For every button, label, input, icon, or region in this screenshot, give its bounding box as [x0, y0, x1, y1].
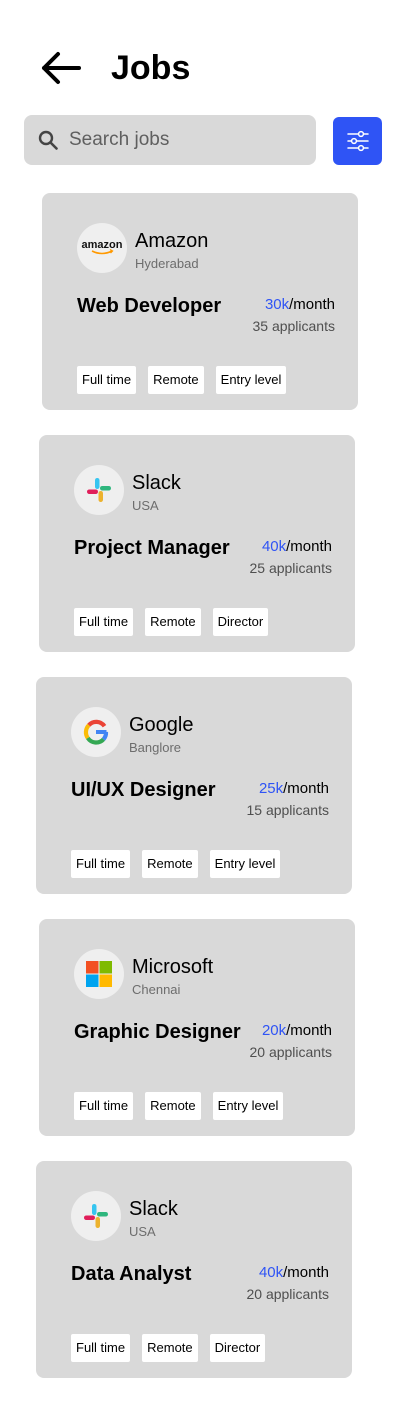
job-card[interactable]: amazon Amazon Hyderabad Web Developer 30…: [42, 193, 358, 410]
job-salary: 25k/month: [259, 780, 329, 798]
company-location: USA: [129, 1224, 156, 1239]
tag-employment-type[interactable]: Full time: [74, 608, 134, 636]
slack-logo: [74, 465, 124, 515]
svg-text:amazon: amazon: [82, 239, 123, 251]
applicant-count: 35 applicants: [252, 318, 335, 334]
job-card[interactable]: Google Banglore UI/UX Designer 25k/month…: [36, 677, 352, 894]
microsoft-logo: [74, 949, 124, 999]
company-name: Google: [129, 714, 194, 736]
job-role: Project Manager: [74, 537, 230, 559]
search-icon: [38, 130, 58, 150]
company-location: Hyderabad: [135, 256, 199, 271]
salary-amount: 20k: [261, 1022, 287, 1039]
salary-amount: 25k: [258, 780, 284, 797]
back-button[interactable]: [38, 50, 82, 86]
job-salary: 30k/month: [265, 296, 335, 314]
salary-period: /month: [286, 1022, 332, 1039]
salary-period: /month: [283, 780, 329, 797]
amazon-logo: amazon: [77, 223, 127, 273]
tag-work-mode[interactable]: Remote: [145, 608, 201, 636]
salary-amount: 40k: [258, 1264, 284, 1281]
salary-period: /month: [289, 296, 335, 313]
slack-logo: [71, 1191, 121, 1241]
company-name: Slack: [129, 1198, 178, 1220]
tag-level[interactable]: Entry level: [212, 1092, 284, 1120]
salary-period: /month: [283, 1264, 329, 1281]
job-salary: 40k/month: [259, 1264, 329, 1282]
job-tags: Full time Remote Entry level: [71, 850, 281, 878]
tag-employment-type[interactable]: Full time: [71, 850, 131, 878]
job-role: Data Analyst: [71, 1263, 192, 1285]
applicant-count: 15 applicants: [246, 802, 329, 818]
salary-amount: 40k: [261, 538, 287, 555]
tag-level[interactable]: Director: [209, 1334, 266, 1362]
company-location: USA: [132, 498, 159, 513]
tag-level[interactable]: Entry level: [209, 850, 281, 878]
tag-employment-type[interactable]: Full time: [71, 1334, 131, 1362]
applicant-count: 20 applicants: [246, 1286, 329, 1302]
tag-work-mode[interactable]: Remote: [142, 1334, 198, 1362]
job-tags: Full time Remote Entry level: [77, 366, 287, 394]
company-location: Banglore: [129, 740, 182, 755]
tag-employment-type[interactable]: Full time: [74, 1092, 134, 1120]
tag-work-mode[interactable]: Remote: [145, 1092, 201, 1120]
filter-button[interactable]: [333, 117, 382, 165]
company-location: Chennai: [132, 982, 181, 997]
search-input[interactable]: [67, 128, 291, 152]
company-name: Microsoft: [132, 956, 214, 978]
job-card[interactable]: Slack USA Project Manager 40k/month 25 a…: [39, 435, 355, 652]
job-salary: 40k/month: [262, 538, 332, 556]
job-salary: 20k/month: [262, 1022, 332, 1040]
page-title: Jobs: [111, 49, 191, 87]
sliders-icon: [346, 130, 369, 152]
job-tags: Full time Remote Director: [71, 1334, 266, 1362]
job-role: Graphic Designer: [74, 1021, 241, 1043]
tag-level[interactable]: Entry level: [215, 366, 287, 394]
job-role: Web Developer: [77, 295, 222, 317]
salary-amount: 30k: [264, 296, 290, 313]
applicant-count: 20 applicants: [249, 1044, 332, 1060]
arrow-left-icon: [42, 52, 81, 84]
job-card[interactable]: Microsoft Chennai Graphic Designer 20k/m…: [39, 919, 355, 1136]
job-role: UI/UX Designer: [71, 779, 216, 801]
job-card[interactable]: Slack USA Data Analyst 40k/month 20 appl…: [36, 1161, 352, 1378]
company-name: Amazon: [135, 230, 209, 252]
tag-employment-type[interactable]: Full time: [77, 366, 137, 394]
job-tags: Full time Remote Entry level: [74, 1092, 284, 1120]
applicant-count: 25 applicants: [249, 560, 332, 576]
job-tags: Full time Remote Director: [74, 608, 269, 636]
tag-level[interactable]: Director: [212, 608, 269, 636]
company-name: Slack: [132, 472, 181, 494]
google-logo: [71, 707, 121, 757]
tag-work-mode[interactable]: Remote: [148, 366, 204, 394]
search-bar[interactable]: [24, 115, 316, 165]
salary-period: /month: [286, 538, 332, 555]
tag-work-mode[interactable]: Remote: [142, 850, 198, 878]
